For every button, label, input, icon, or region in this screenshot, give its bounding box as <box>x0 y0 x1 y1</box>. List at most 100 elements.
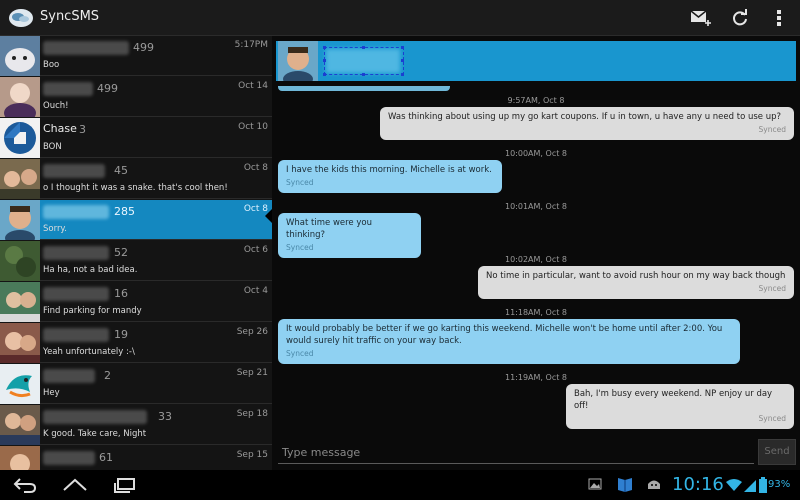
contact-header[interactable] <box>276 41 796 87</box>
status-clock: 10:16 <box>672 474 724 495</box>
message-input[interactable]: Type message <box>278 444 754 464</box>
signal-icon <box>744 480 756 492</box>
back-icon <box>13 478 37 493</box>
avatar <box>0 200 40 240</box>
conversation-snippet: Find parking for mandy <box>43 306 142 316</box>
message-count: 499 <box>97 82 118 95</box>
battery-percent: 93% <box>768 479 791 490</box>
conversation-snippet: o I thought it was a snake. that's cool … <box>43 183 228 193</box>
message-count: 3 <box>79 123 86 136</box>
conversation-date: Sep 15 <box>236 450 268 460</box>
gallery-notification-icon <box>588 478 602 490</box>
conversation-item[interactable]: Chase 3 Oct 10 BON <box>0 118 272 158</box>
app-logo-icon <box>9 9 33 27</box>
refresh-button[interactable] <box>723 4 757 32</box>
conversation-item[interactable]: 33 Sep 18 K good. Take care, Night <box>0 405 272 445</box>
new-message-icon <box>690 10 711 26</box>
message-bubble-outgoing[interactable]: Was thinking about using up my go kart c… <box>380 107 794 140</box>
message-thread: 9:57AM, Oct 8 Was thinking about using u… <box>272 36 800 470</box>
blurred-name <box>43 246 109 260</box>
message-text: I have the kids this morning. Michelle i… <box>286 165 492 175</box>
message-bubble-incoming[interactable]: What time were you thinking? Synced <box>278 213 421 258</box>
avatar <box>0 36 40 76</box>
message-text: What time were you thinking? <box>286 218 372 240</box>
action-bar: SyncSMS <box>0 0 800 36</box>
conversation-item-selected[interactable]: 285 Oct 8 Sorry. <box>0 200 272 240</box>
conversation-date: 5:17PM <box>234 40 268 50</box>
overflow-menu-icon <box>777 10 781 26</box>
conversation-snippet: Hey <box>43 388 60 398</box>
message-timestamp: 10:01AM, Oct 8 <box>505 202 567 211</box>
conversation-item[interactable]: 52 Oct 6 Ha ha, not a bad idea. <box>0 241 272 281</box>
message-count: 499 <box>133 41 154 54</box>
conversation-snippet: Ha ha, not a bad idea. <box>43 265 138 275</box>
home-icon <box>63 478 87 491</box>
conversation-snippet: Sorry. <box>43 224 67 234</box>
message-bubble-incoming[interactable]: It would probably be better if we go kar… <box>278 319 740 364</box>
message-text: No time in particular, want to avoid rus… <box>486 271 786 281</box>
conversation-list: 499 5:17PM Boo 499 Oct 14 Ouch! Chase 3 … <box>0 36 272 470</box>
contact-avatar <box>278 41 318 87</box>
message-count: 61 <box>99 451 113 464</box>
recent-apps-button[interactable] <box>110 476 140 494</box>
android-debug-icon <box>648 480 660 489</box>
blurred-name <box>43 287 109 301</box>
blurred-name <box>43 451 95 465</box>
message-count: 19 <box>114 328 128 341</box>
message-count: 285 <box>114 205 135 218</box>
avatar <box>0 405 40 445</box>
book-notification-icon <box>618 478 632 492</box>
message-status: Synced <box>286 243 314 252</box>
battery-icon <box>759 477 767 493</box>
refresh-icon <box>733 9 747 26</box>
conversation-snippet: Yeah unfortunately :-\ <box>43 347 135 357</box>
message-bubble-outgoing[interactable]: Bah, I'm busy every weekend. NP enjoy ur… <box>566 384 794 429</box>
home-button[interactable] <box>60 476 90 494</box>
conversation-snippet: BON <box>43 142 62 152</box>
new-message-button[interactable] <box>684 4 718 32</box>
conversation-item[interactable]: 2 Sep 21 Hey <box>0 364 272 404</box>
selection-indicator <box>265 209 272 223</box>
avatar <box>0 364 40 404</box>
avatar <box>0 118 40 158</box>
conversation-item[interactable]: 45 Oct 8 o I thought it was a snake. tha… <box>0 159 272 199</box>
conversation-item[interactable]: 61 Sep 15 <box>0 446 272 470</box>
blurred-name <box>43 328 109 342</box>
avatar <box>0 323 40 363</box>
conversation-snippet: Boo <box>43 60 60 70</box>
avatar <box>0 241 40 281</box>
message-text: Bah, I'm busy every weekend. NP enjoy ur… <box>574 389 773 411</box>
message-text: Was thinking about using up my go kart c… <box>388 112 782 122</box>
blurred-name <box>43 82 93 96</box>
message-timestamp: 11:19AM, Oct 8 <box>505 373 567 382</box>
recent-apps-icon <box>114 478 135 493</box>
conversation-date: Oct 4 <box>243 286 268 296</box>
blurred-name <box>43 369 95 383</box>
avatar <box>0 446 40 470</box>
conversation-date: Oct 10 <box>238 122 268 132</box>
message-count: 16 <box>114 287 128 300</box>
conversation-date: Oct 14 <box>238 81 268 91</box>
blurred-name <box>43 41 129 55</box>
avatar <box>0 159 40 199</box>
conversation-name: Chase <box>43 122 77 135</box>
conversation-item[interactable]: 16 Oct 4 Find parking for mandy <box>0 282 272 322</box>
message-count: 33 <box>158 410 172 423</box>
conversation-date: Oct 6 <box>243 245 268 255</box>
message-timestamp: 9:57AM, Oct 8 <box>507 96 565 105</box>
back-button[interactable] <box>10 476 40 494</box>
compose-bar: Type message Send <box>272 434 800 470</box>
conversation-item[interactable]: 499 Oct 14 Ouch! <box>0 77 272 117</box>
message-status: Synced <box>758 284 786 293</box>
system-bar: 10:16 93% <box>0 470 800 500</box>
header-underline <box>278 86 450 91</box>
send-button[interactable]: Send <box>758 439 796 465</box>
conversation-item[interactable]: 19 Sep 26 Yeah unfortunately :-\ <box>0 323 272 363</box>
message-bubble-outgoing[interactable]: No time in particular, want to avoid rus… <box>478 266 794 299</box>
conversation-item[interactable]: 499 5:17PM Boo <box>0 36 272 76</box>
message-text: It would probably be better if we go kar… <box>286 324 723 346</box>
overflow-menu-button[interactable] <box>762 4 796 32</box>
message-count: 2 <box>104 369 111 382</box>
conversation-date: Oct 8 <box>243 163 268 173</box>
message-bubble-incoming[interactable]: I have the kids this morning. Michelle i… <box>278 160 502 193</box>
